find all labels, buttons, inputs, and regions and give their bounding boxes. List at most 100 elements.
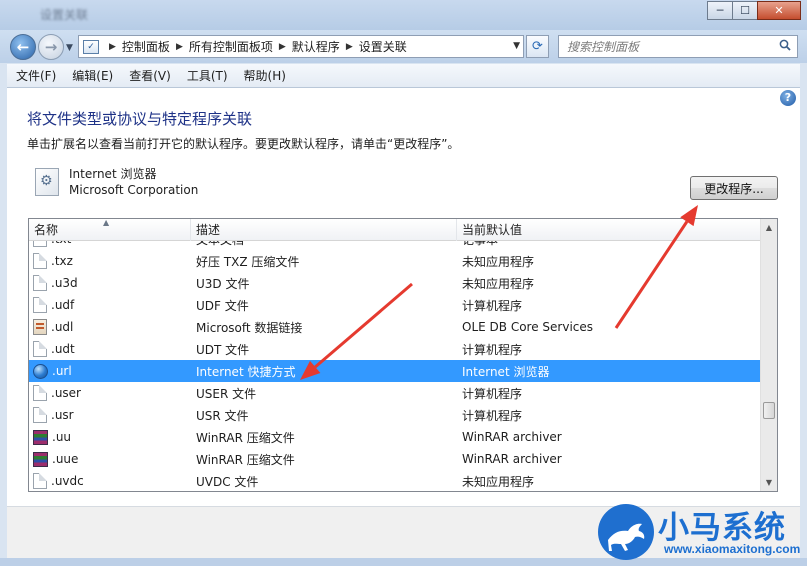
list-row[interactable]: .uue WinRAR 压缩文件 WinRAR archiver <box>29 448 761 470</box>
cell-default-program: 计算机程序 <box>462 298 523 313</box>
cell-default-program: 计算机程序 <box>462 408 523 423</box>
forward-button[interactable]: → <box>38 34 64 60</box>
minimize-button[interactable]: ─ <box>707 1 733 20</box>
list-row[interactable]: .user USER 文件 计算机程序 <box>29 382 761 404</box>
document-icon <box>33 341 47 357</box>
list-row[interactable]: .uu WinRAR 压缩文件 WinRAR archiver <box>29 426 761 448</box>
menu-tools[interactable]: 工具(T) <box>187 67 228 84</box>
list-rows: .txt文本文档记事本.txz好压 TXZ 压缩文件未知应用程序.u3dU3D … <box>29 241 761 491</box>
list-row[interactable]: .udt UDT 文件 计算机程序 <box>29 338 761 360</box>
menu-help[interactable]: 帮助(H) <box>244 67 286 84</box>
cell-extension: .txz <box>29 253 191 269</box>
watermark-url: www.xiaomaxitong.com <box>664 542 801 556</box>
cell-description: WinRAR 压缩文件 <box>196 430 295 445</box>
menu-view[interactable]: 查看(V) <box>129 67 171 84</box>
scroll-up-icon[interactable]: ▲ <box>761 219 777 236</box>
watermark-text: 小马系统 <box>658 510 786 546</box>
window-title: 设置关联 <box>40 8 89 22</box>
program-name: Internet 浏览器 <box>69 167 157 181</box>
search-box[interactable] <box>558 35 798 58</box>
search-input[interactable] <box>567 39 767 54</box>
maximize-button[interactable]: ☐ <box>732 1 758 20</box>
data-link-icon <box>33 319 47 335</box>
breadcrumb-arrow-icon[interactable]: ▶ <box>103 42 122 52</box>
winrar-icon <box>33 429 48 445</box>
cell-description: Microsoft 数据链接 <box>196 320 303 335</box>
cell-extension: .u3d <box>29 275 191 291</box>
cell-extension: .udt <box>29 341 191 357</box>
menu-file[interactable]: 文件(F) <box>16 67 56 84</box>
breadcrumb-all-items[interactable]: 所有控制面板项 ▶ <box>189 38 292 55</box>
arrow-right-icon: → <box>44 38 58 56</box>
cell-description: 文本文档 <box>191 241 457 248</box>
list-row[interactable]: .url Internet 快捷方式 Internet 浏览器 <box>29 360 761 382</box>
change-program-button[interactable]: 更改程序... <box>690 176 778 200</box>
cell-description: UVDC 文件 <box>196 474 259 489</box>
help-icon[interactable]: ? <box>780 90 796 106</box>
list-row[interactable]: .txz 好压 TXZ 压缩文件 未知应用程序 <box>29 250 761 272</box>
winrar-icon <box>33 451 48 467</box>
recent-pages-dropdown-icon[interactable]: ▼ <box>66 43 73 53</box>
document-icon <box>33 407 47 423</box>
cell-extension: .url <box>29 363 191 379</box>
list-header: ▲ 名称 描述 当前默认值 <box>29 219 761 241</box>
cell-extension: .txt <box>29 241 191 247</box>
menu-bar: 文件(F) 编辑(E) 查看(V) 工具(T) 帮助(H) <box>7 64 800 88</box>
address-dropdown-icon[interactable]: ▼ <box>513 41 520 51</box>
scroll-thumb[interactable] <box>763 402 775 419</box>
column-header-description[interactable]: 描述 <box>191 219 457 241</box>
cell-description: UDT 文件 <box>196 342 250 357</box>
address-bar[interactable]: ✓ ▶ 控制面板 ▶ 所有控制面板项 ▶ 默认程序 ▶ 设置关联 ▼ <box>78 35 524 58</box>
arrow-left-icon: ← <box>16 38 30 56</box>
list-row[interactable]: .uvdc UVDC 文件 未知应用程序 <box>29 470 761 491</box>
list-row[interactable]: .usr USR 文件 计算机程序 <box>29 404 761 426</box>
cell-default-program: 记事本 <box>457 241 761 248</box>
cell-extension: .uue <box>29 451 191 467</box>
list-row[interactable]: .udl Microsoft 数据链接 OLE DB Core Services <box>29 316 761 338</box>
chevron-right-icon: ▶ <box>175 41 183 52</box>
scroll-down-icon[interactable]: ▼ <box>761 474 777 491</box>
page-description: 单击扩展名以查看当前打开它的默认程序。要更改默认程序，请单击“更改程序”。 <box>27 137 460 151</box>
breadcrumb-control-panel[interactable]: 控制面板 ▶ <box>122 38 189 55</box>
column-header-default[interactable]: 当前默认值 <box>457 219 761 241</box>
control-panel-icon: ✓ <box>83 39 99 54</box>
cell-description: USER 文件 <box>196 386 257 401</box>
cell-extension: .user <box>29 385 191 401</box>
horse-logo-icon <box>598 504 654 560</box>
navigation-bar: ← → ▼ ✓ ▶ 控制面板 ▶ 所有控制面板项 ▶ 默认程序 ▶ 设置关联 ▼ ⟳ <box>0 30 807 63</box>
cell-default-program: 未知应用程序 <box>462 474 535 489</box>
close-button[interactable]: ✕ <box>757 1 801 20</box>
file-type-list[interactable]: ▲ 名称 描述 当前默认值 .txt文本文档记事本 .txz 好压 TXZ 压缩文件… <box>28 218 778 492</box>
title-bar: 设置关联 ─ ☐ ✕ <box>0 0 807 30</box>
document-icon <box>33 297 47 313</box>
cell-extension: .udf <box>29 297 191 313</box>
chevron-right-icon: ▶ <box>278 41 286 52</box>
cell-extension: .usr <box>29 407 191 423</box>
list-row[interactable]: .udf UDF 文件 计算机程序 <box>29 294 761 316</box>
list-row[interactable]: .txt文本文档记事本 <box>29 241 761 250</box>
page-heading: 将文件类型或协议与特定程序关联 <box>27 110 253 128</box>
main-content: ? 将文件类型或协议与特定程序关联 单击扩展名以查看当前打开它的默认程序。要更改… <box>7 88 800 506</box>
back-button[interactable]: ← <box>10 34 36 60</box>
sort-ascending-icon: ▲ <box>103 218 110 227</box>
cell-description: UDF 文件 <box>196 298 249 313</box>
document-icon <box>33 241 47 247</box>
cell-extension: .udl <box>29 319 191 335</box>
document-icon <box>33 275 47 291</box>
document-icon <box>33 473 47 489</box>
search-icon[interactable] <box>779 39 791 51</box>
menu-edit[interactable]: 编辑(E) <box>72 67 113 84</box>
vertical-scrollbar[interactable]: ▲ ▼ <box>760 219 777 491</box>
cell-description: 好压 TXZ 压缩文件 <box>196 254 300 269</box>
refresh-button[interactable]: ⟳ <box>526 35 549 58</box>
watermark-logo: 小马系统 www.xiaomaxitong.com <box>598 500 804 562</box>
document-icon <box>33 385 47 401</box>
refresh-icon: ⟳ <box>532 39 543 54</box>
breadcrumb-default-programs[interactable]: 默认程序 ▶ <box>292 38 359 55</box>
cell-default-program: 未知应用程序 <box>462 254 535 269</box>
column-header-name[interactable]: ▲ 名称 <box>29 219 191 241</box>
list-row[interactable]: .u3d U3D 文件 未知应用程序 <box>29 272 761 294</box>
cell-default-program: WinRAR archiver <box>462 430 562 444</box>
breadcrumb-set-associations[interactable]: 设置关联 <box>359 38 407 55</box>
chevron-right-icon: ▶ <box>345 41 353 52</box>
